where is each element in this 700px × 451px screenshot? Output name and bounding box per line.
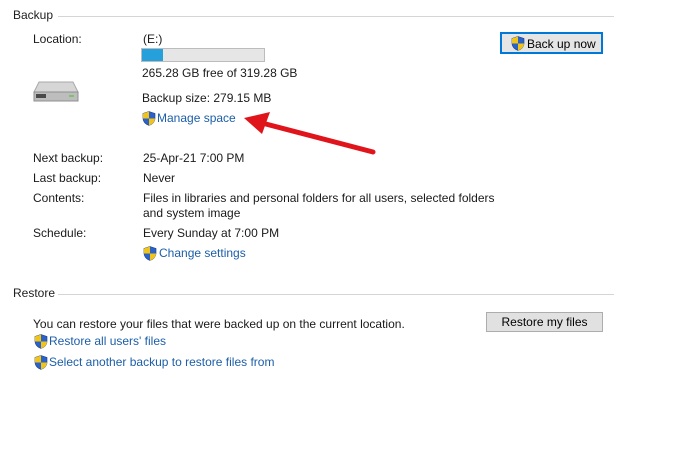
back-up-now-label: Back up now [527, 37, 596, 51]
backup-section-title: Backup [13, 8, 54, 22]
shield-icon [511, 36, 525, 51]
restore-all-users-link[interactable]: Restore all users' files [49, 334, 166, 348]
drive-icon [33, 81, 79, 102]
manage-space-link[interactable]: Manage space [157, 111, 236, 125]
shield-icon [143, 246, 157, 261]
backup-size-text: Backup size: 279.15 MB [142, 91, 272, 105]
disk-usage-bar-fill [142, 49, 163, 61]
shield-icon [34, 355, 48, 370]
free-space-text: 265.28 GB free of 319.28 GB [142, 66, 298, 80]
last-backup-value: Never [143, 171, 176, 185]
shield-icon [34, 334, 48, 349]
restore-my-files-button[interactable]: Restore my files [486, 312, 603, 332]
disk-usage-bar [141, 48, 265, 62]
schedule-value: Every Sunday at 7:00 PM [143, 226, 280, 240]
restore-description: You can restore your files that were bac… [33, 317, 405, 331]
shield-icon [142, 111, 156, 126]
red-arrow-annotation [244, 112, 376, 155]
restore-section-title: Restore [13, 286, 56, 300]
backup-section-divider [58, 16, 614, 17]
next-backup-value: 25-Apr-21 7:00 PM [143, 151, 245, 165]
restore-section-divider [58, 294, 614, 295]
schedule-label: Schedule: [33, 226, 87, 240]
drive-letter: (E:) [143, 32, 163, 46]
change-settings-link[interactable]: Change settings [159, 246, 246, 260]
select-another-backup-link[interactable]: Select another backup to restore files f… [49, 355, 274, 369]
location-label: Location: [33, 32, 82, 46]
contents-value: Files in libraries and personal folders … [143, 191, 495, 220]
next-backup-label: Next backup: [33, 151, 104, 165]
back-up-now-button[interactable]: Back up now [500, 32, 603, 54]
contents-label: Contents: [33, 191, 85, 205]
last-backup-label: Last backup: [33, 171, 102, 185]
